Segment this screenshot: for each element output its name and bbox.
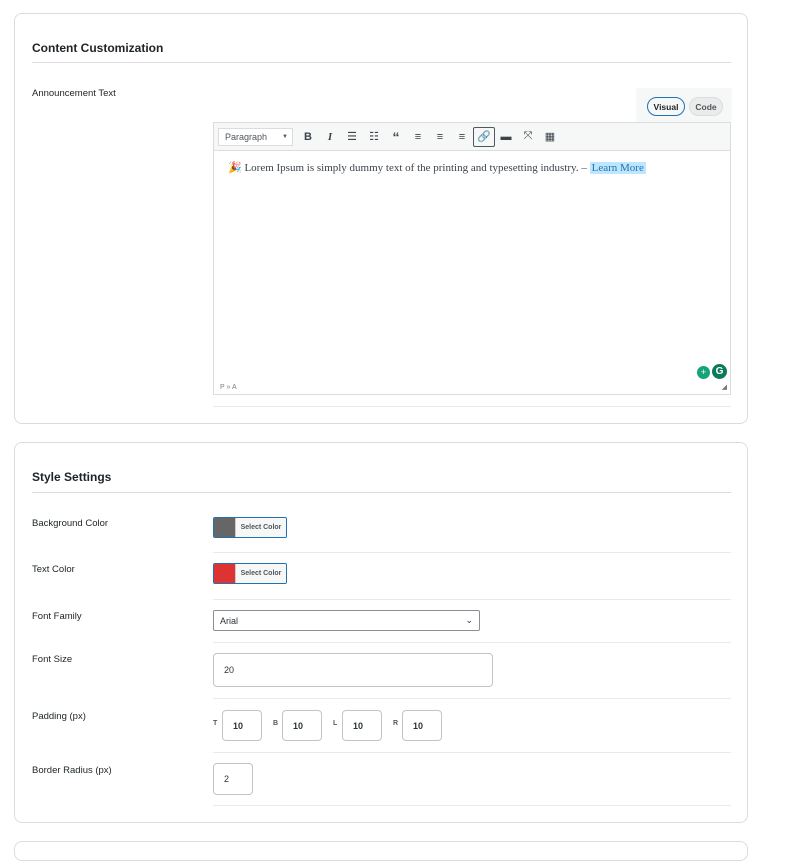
select-color-label: Select Color	[235, 518, 286, 537]
divider	[32, 492, 731, 493]
element-path: P » A	[220, 384, 237, 391]
learn-more-link[interactable]: Learn More	[589, 162, 646, 174]
tab-code[interactable]: Code	[689, 97, 723, 116]
font-family-value: Arial	[220, 615, 239, 626]
party-emoji-icon: 🎉	[228, 162, 242, 174]
blockquote-icon[interactable]: “	[385, 127, 407, 147]
font-family-select[interactable]: Arial ⌄	[213, 610, 480, 631]
align-left-icon[interactable]: ≡	[407, 127, 429, 147]
padding-bottom-input[interactable]: 10	[282, 710, 322, 741]
padding-top-label: T	[213, 720, 218, 727]
divider	[213, 599, 731, 600]
padding-label: Padding (px)	[32, 711, 86, 722]
section-title: Content Customization	[32, 41, 164, 55]
fullscreen-icon[interactable]: ⤧	[517, 127, 539, 147]
divider	[213, 698, 731, 699]
color-swatch	[214, 518, 235, 537]
dropdown-arrow-icon: ▼	[282, 133, 288, 140]
bullet-list-icon[interactable]: ☰	[341, 127, 363, 147]
editor-tabs: Visual Code	[636, 88, 732, 122]
rich-text-editor[interactable]: Paragraph ▼ B I ☰ ☷ “ ≡ ≡ ≡ 🔗 ▬ ⤧ ▦ 🎉 Lor…	[213, 122, 731, 395]
section-title: Style Settings	[32, 470, 112, 484]
background-color-button[interactable]: Select Color	[213, 517, 287, 538]
read-more-icon[interactable]: ▬	[495, 127, 517, 147]
padding-top-input[interactable]: 10	[222, 710, 262, 741]
padding-left-label: L	[333, 720, 338, 727]
style-settings-card: Style Settings Background Color Select C…	[14, 442, 748, 823]
border-radius-input[interactable]: 2	[213, 763, 253, 795]
format-select[interactable]: Paragraph ▼	[218, 127, 293, 146]
text-color-button[interactable]: Select Color	[213, 563, 287, 584]
padding-right-input[interactable]: 10	[402, 710, 442, 741]
align-center-icon[interactable]: ≡	[429, 127, 451, 147]
align-right-icon[interactable]: ≡	[451, 127, 473, 147]
divider	[32, 62, 731, 63]
content-customization-card: Content Customization Announcement Text …	[14, 13, 748, 424]
divider	[213, 552, 731, 553]
toolbar-toggle-icon[interactable]: ▦	[539, 127, 561, 147]
font-family-label: Font Family	[32, 611, 82, 622]
editor-status-bar: P » A ◢	[213, 381, 731, 395]
chevron-down-icon: ⌄	[465, 615, 473, 625]
divider	[213, 805, 731, 806]
font-size-input[interactable]: 20	[213, 653, 493, 687]
editor-content[interactable]: 🎉 Lorem Ipsum is simply dummy text of th…	[228, 161, 646, 174]
next-card	[14, 841, 748, 861]
lightbulb-icon[interactable]: +	[697, 366, 710, 379]
color-swatch	[214, 564, 235, 583]
padding-bottom-label: B	[273, 720, 279, 727]
padding-right-label: R	[393, 720, 399, 727]
bold-icon[interactable]: B	[297, 127, 319, 147]
select-color-label: Select Color	[235, 564, 286, 583]
resize-handle-icon[interactable]: ◢	[722, 381, 727, 394]
link-icon[interactable]: 🔗	[473, 126, 495, 147]
divider	[213, 752, 731, 753]
padding-left-input[interactable]: 10	[342, 710, 382, 741]
grammarly-icon[interactable]: G	[712, 364, 727, 379]
divider	[213, 642, 731, 643]
tab-visual[interactable]: Visual	[647, 97, 685, 116]
background-color-label: Background Color	[32, 518, 109, 529]
border-radius-label: Border Radius (px)	[32, 765, 112, 776]
announcement-text: Lorem Ipsum is simply dummy text of the …	[244, 162, 587, 174]
numbered-list-icon[interactable]: ☷	[363, 127, 385, 147]
text-color-label: Text Color	[32, 564, 75, 575]
divider	[213, 406, 731, 407]
announcement-label: Announcement Text	[32, 88, 116, 99]
format-value: Paragraph	[225, 131, 268, 142]
italic-icon[interactable]: I	[319, 127, 341, 147]
editor-toolbar: Paragraph ▼ B I ☰ ☷ “ ≡ ≡ ≡ 🔗 ▬ ⤧ ▦	[214, 123, 730, 151]
font-size-label: Font Size	[32, 654, 73, 665]
